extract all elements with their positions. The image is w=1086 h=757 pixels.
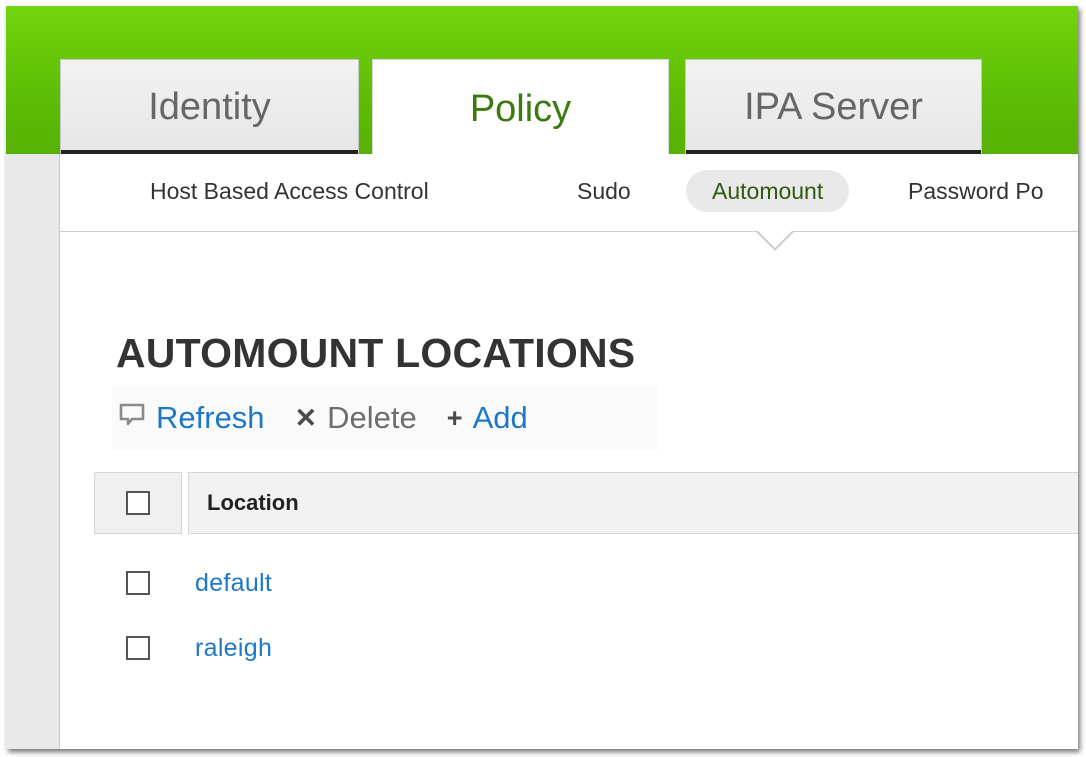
row-checkbox-cell — [94, 571, 182, 595]
row-checkbox[interactable] — [126, 636, 150, 660]
app-window: Identity Policy IPA Server Host Based Ac… — [6, 6, 1078, 749]
subnav-label: Automount — [712, 177, 824, 204]
table-header: Location — [94, 472, 1078, 534]
left-gutter — [6, 154, 60, 749]
refresh-icon — [118, 402, 146, 435]
subnav-label: Host Based Access Control — [150, 177, 429, 204]
table-row: raleigh — [94, 623, 1078, 673]
refresh-button[interactable]: Refresh — [118, 400, 265, 436]
subnav-label: Sudo — [577, 177, 631, 204]
subnav-item-hbac[interactable]: Host Based Access Control — [150, 170, 429, 212]
refresh-label: Refresh — [156, 400, 265, 435]
location-link[interactable]: raleigh — [195, 634, 272, 663]
plus-icon: + — [446, 402, 463, 433]
row-checkbox-cell — [94, 636, 182, 660]
subnav-item-sudo[interactable]: Sudo — [577, 170, 631, 212]
row-checkbox[interactable] — [126, 571, 150, 595]
delete-label: Delete — [327, 400, 417, 435]
page-title: AUTOMOUNT LOCATIONS — [116, 330, 636, 376]
location-link[interactable]: default — [195, 569, 272, 598]
tab-ipa-server[interactable]: IPA Server — [685, 59, 982, 155]
table-row: default — [94, 558, 1078, 608]
tab-label: Policy — [469, 88, 572, 130]
column-header-location[interactable]: Location — [188, 472, 1078, 534]
add-label: Add — [472, 400, 528, 435]
sub-navigation: Host Based Access Control Sudo Automount… — [60, 154, 1078, 232]
select-all-checkbox[interactable] — [126, 491, 150, 515]
add-button[interactable]: + Add — [447, 400, 528, 436]
subnav-label: Password Po — [908, 177, 1044, 204]
subnav-item-automount[interactable]: Automount — [686, 170, 850, 212]
active-pointer-arrow-fill — [757, 230, 793, 248]
action-toolbar: Refresh ✕ Delete + Add — [112, 386, 658, 450]
main-content: Host Based Access Control Sudo Automount… — [60, 154, 1078, 749]
subnav-item-password-policies[interactable]: Password Po — [908, 170, 1044, 212]
delete-button[interactable]: ✕ Delete — [295, 400, 417, 436]
tab-policy[interactable]: Policy — [372, 59, 669, 159]
tab-label: IPA Server — [744, 86, 923, 128]
column-header-label: Location — [207, 490, 299, 515]
tab-label: Identity — [148, 86, 271, 128]
tab-identity[interactable]: Identity — [60, 59, 359, 155]
close-icon: ✕ — [294, 402, 318, 433]
select-all-cell — [94, 472, 182, 534]
